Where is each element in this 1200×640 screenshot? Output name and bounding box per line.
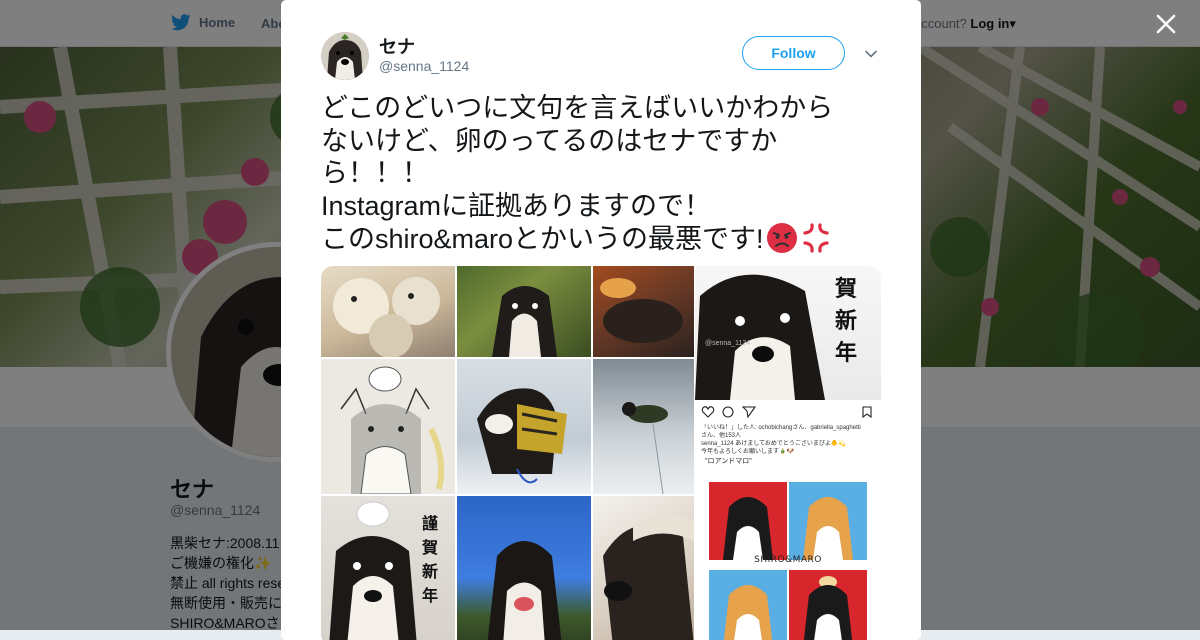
black-shiba-illustration xyxy=(723,497,773,560)
angry-face-icon xyxy=(766,223,797,253)
tweet-text-line: ら！！！ xyxy=(321,158,429,188)
author-name[interactable]: セナ xyxy=(379,33,415,59)
shiba-dog-image xyxy=(477,388,567,484)
shiba-dog-image xyxy=(487,541,562,640)
photo-dog-in-leaves[interactable] xyxy=(457,266,591,357)
kanji-char: 謹 xyxy=(421,514,438,533)
comment-icon xyxy=(722,406,734,418)
instagram-caption: "ロアンドマロ" xyxy=(705,458,752,465)
instagram-likes-text: 「いいね！」した人: ochobichangさん、gabriella_spagh… xyxy=(701,424,877,456)
media-collage[interactable]: 謹 賀 新 年 賀 新 年 @senna_1124 「いいね！」した人: och… xyxy=(321,266,881,640)
author-handle[interactable]: @senna_1124 xyxy=(379,58,469,74)
photo-dog-blue-sky[interactable] xyxy=(457,496,591,640)
tweet-text-line: どこのどいつに文句を言えばいいかわから xyxy=(321,93,834,123)
kanji-char: 賀 xyxy=(421,538,438,557)
watermark-text: @senna_1124 xyxy=(705,340,751,347)
greeting-kanji: 賀 新 年 xyxy=(831,274,861,370)
poster-panel xyxy=(709,482,787,560)
tweet-text: どこのどいつに文句を言えばいいかわから ないけど、卵のってるのはセナですか ら！… xyxy=(321,92,881,256)
kanji-char: 新 xyxy=(834,309,857,334)
ig-line: さん、他153人 xyxy=(701,433,742,439)
kanji-char: 年 xyxy=(421,586,438,605)
anger-symbol-icon xyxy=(802,223,829,253)
shiro-maro-poster: SHIRO&MARO xyxy=(709,482,867,640)
kanji-char: 新 xyxy=(421,562,438,581)
ig-line: senna_1124 あけましておめでとうございまぴよ🐥💫 xyxy=(701,441,846,447)
instagram-screenshot[interactable]: 賀 新 年 @senna_1124 「いいね！」した人: ochobichang… xyxy=(695,266,881,640)
poster-title: SHIRO&MARO xyxy=(754,555,822,565)
shiba-dog-image xyxy=(492,286,557,357)
share-icon xyxy=(741,406,757,419)
photo-plush-toys[interactable] xyxy=(321,266,455,357)
chevron-down-icon[interactable] xyxy=(863,46,879,62)
photo-dog-closeup[interactable] xyxy=(593,496,694,640)
tweet-modal: セナ @senna_1124 Follow どこのどいつに文句を言えばいいかわか… xyxy=(281,0,921,640)
ig-line: 「いいね！」した人: ochobichangさん、gabriella_spagh… xyxy=(701,425,861,431)
photo-dog-sleeping[interactable] xyxy=(593,266,694,357)
plush-bears-image xyxy=(333,277,440,357)
follow-button[interactable]: Follow xyxy=(742,36,845,70)
tweet-text-line: Instagramに証拠ありますので！ xyxy=(321,190,712,221)
greeting-kanji: 謹 賀 新 年 xyxy=(419,512,441,608)
shiba-dog-avatar-icon xyxy=(321,32,369,80)
instagram-action-bar xyxy=(701,406,872,419)
bookmark-icon xyxy=(862,406,872,419)
poster-panel xyxy=(789,482,867,560)
shiba-dog-image xyxy=(603,514,694,640)
shiba-dog-image xyxy=(600,278,683,343)
kanji-char: 年 xyxy=(834,341,857,366)
heart-icon xyxy=(701,406,715,418)
red-shiba-illustration xyxy=(803,497,853,560)
close-icon[interactable] xyxy=(1152,10,1180,38)
photo-dog-snowy-field[interactable] xyxy=(593,359,694,494)
tweet-text-line: このshiro&maroとかいうの最悪です! xyxy=(321,224,764,254)
photo-dog-sketch[interactable] xyxy=(321,359,455,494)
dog-drawing-image xyxy=(340,366,445,494)
author-avatar[interactable] xyxy=(321,32,369,80)
kanji-char: 賀 xyxy=(834,277,857,302)
photo-dog-new-year[interactable]: 謹 賀 新 年 xyxy=(321,496,455,640)
photo-dog-in-snow[interactable] xyxy=(457,359,591,494)
shiba-dog-image xyxy=(622,402,668,494)
ig-line: 今年もよろしくお願いします🎍🐶 xyxy=(701,449,794,455)
tweet-text-line-last: このshiro&maroとかいうの最悪です! xyxy=(321,222,881,256)
instagram-photo: 賀 新 年 @senna_1124 xyxy=(695,266,881,400)
tweet-text-line: ないけど、卵のってるのはセナですか xyxy=(321,125,778,156)
